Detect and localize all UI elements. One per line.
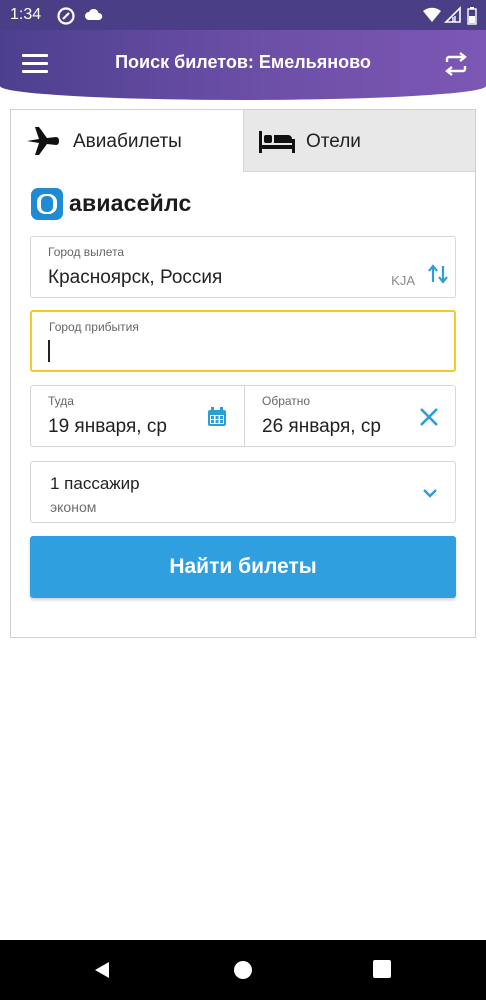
- app-notification-icon: [56, 6, 76, 31]
- depart-date-field[interactable]: Туда 19 января, ср: [30, 385, 244, 447]
- airplane-icon: [25, 123, 61, 159]
- tab-flights-label: Авиабилеты: [73, 131, 182, 152]
- page-title: Поиск билетов: Емельяново: [115, 52, 371, 72]
- recents-icon[interactable]: [373, 960, 391, 983]
- signal-icon: [444, 6, 462, 29]
- system-nav-bar: [0, 940, 486, 1000]
- home-icon[interactable]: [233, 960, 253, 985]
- bed-icon: [258, 123, 295, 159]
- calendar-icon[interactable]: [206, 406, 228, 428]
- swap-repeat-icon[interactable]: [442, 50, 470, 78]
- passengers-field[interactable]: 1 пассажир эконом: [30, 461, 456, 523]
- destination-label: Город прибытия: [49, 320, 139, 334]
- battery-icon: [466, 6, 478, 31]
- depart-value: 19 января, ср: [48, 416, 167, 437]
- cloud-icon: [84, 6, 104, 29]
- chevron-down-icon: [421, 484, 439, 502]
- origin-value: Красноярск, Россия: [48, 267, 223, 288]
- origin-label: Город вылета: [48, 245, 125, 259]
- status-time: 1:34: [10, 6, 42, 23]
- search-card: Авиабилеты Отели авиасейлс Город вылета …: [10, 109, 476, 638]
- swap-cities-icon[interactable]: [427, 263, 449, 285]
- tab-flights[interactable]: Авиабилеты: [11, 110, 244, 172]
- cabin-class: эконом: [50, 499, 97, 515]
- tab-hotels-label: Отели: [306, 131, 361, 152]
- destination-field[interactable]: Город прибытия: [30, 310, 456, 372]
- app-header: Поиск билетов: Емельяново: [0, 30, 486, 100]
- tab-hotels[interactable]: Отели: [244, 110, 475, 172]
- depart-label: Туда: [48, 394, 74, 408]
- status-bar: 1:34: [0, 0, 486, 30]
- return-date-field[interactable]: Обратно 26 января, ср: [244, 385, 456, 447]
- tab-bar: Авиабилеты Отели: [11, 110, 475, 172]
- back-icon[interactable]: [92, 960, 112, 985]
- clear-return-date-icon[interactable]: [417, 405, 441, 429]
- aviasales-logo-icon: [31, 188, 63, 220]
- return-label: Обратно: [262, 394, 311, 408]
- origin-field[interactable]: Город вылета Красноярск, Россия KJA: [30, 236, 456, 298]
- origin-iata-code: KJA: [391, 273, 415, 288]
- text-cursor: [48, 340, 50, 362]
- search-tickets-button[interactable]: Найти билеты: [30, 536, 456, 598]
- wifi-icon: [422, 6, 442, 29]
- return-value: 26 января, ср: [262, 416, 381, 437]
- passenger-count: 1 пассажир: [50, 474, 140, 493]
- brand-name: авиасейлс: [69, 190, 192, 216]
